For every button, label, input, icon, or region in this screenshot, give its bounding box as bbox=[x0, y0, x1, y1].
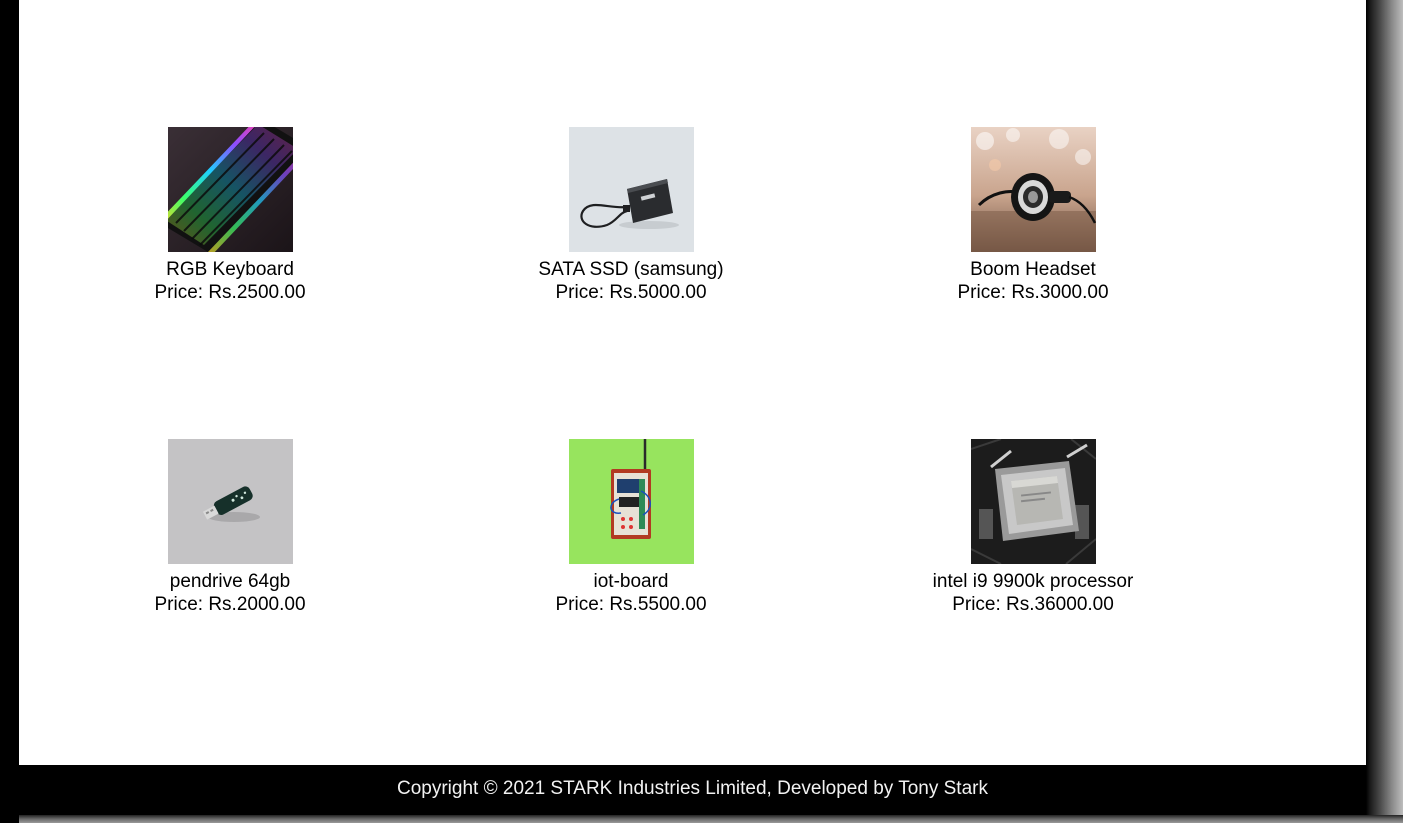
product-price-line: Price: Rs.36000.00 bbox=[903, 593, 1163, 616]
product-name: intel i9 9900k processor bbox=[932, 571, 1134, 592]
price-value: Rs.5000.00 bbox=[609, 282, 707, 303]
price-value: Rs.36000.00 bbox=[1006, 594, 1114, 615]
product-price-line: Price: Rs.5500.00 bbox=[501, 593, 761, 616]
price-value: Rs.2000.00 bbox=[208, 594, 306, 615]
price-label: Price: bbox=[154, 282, 204, 303]
product-name: SATA SSD (samsung) bbox=[538, 259, 724, 280]
product-price-line: Price: Rs.2000.00 bbox=[100, 593, 360, 616]
processor-image[interactable] bbox=[970, 439, 1096, 564]
headset-image[interactable] bbox=[970, 127, 1096, 252]
keyboard-image[interactable] bbox=[167, 127, 293, 252]
product-card-rgb-keyboard[interactable]: RGB Keyboard Price: Rs.2500.00 bbox=[100, 127, 360, 304]
price-value: Rs.2500.00 bbox=[208, 282, 306, 303]
price-label: Price: bbox=[154, 594, 204, 615]
product-card-pendrive[interactable]: pendrive 64gb Price: Rs.2000.00 bbox=[100, 439, 360, 616]
iot-board-image[interactable] bbox=[568, 439, 694, 564]
product-card-sata-ssd[interactable]: SATA SSD (samsung) Price: Rs.5000.00 bbox=[501, 127, 761, 304]
site-footer: Copyright © 2021 STARK Industries Limite… bbox=[19, 765, 1366, 815]
browser-frame: RGB Keyboard Price: Rs.2500.00 SATA SSD … bbox=[0, 0, 1403, 823]
product-name: pendrive 64gb bbox=[169, 571, 291, 592]
price-value: Rs.5500.00 bbox=[609, 594, 707, 615]
price-value: Rs.3000.00 bbox=[1011, 282, 1109, 303]
product-price-line: Price: Rs.2500.00 bbox=[100, 281, 360, 304]
price-label: Price: bbox=[555, 282, 605, 303]
price-label: Price: bbox=[555, 594, 605, 615]
product-price-line: Price: Rs.3000.00 bbox=[903, 281, 1163, 304]
product-page: RGB Keyboard Price: Rs.2500.00 SATA SSD … bbox=[19, 0, 1366, 765]
product-name: RGB Keyboard bbox=[166, 259, 294, 280]
product-price-line: Price: Rs.5000.00 bbox=[501, 281, 761, 304]
product-card-boom-headset[interactable]: Boom Headset Price: Rs.3000.00 bbox=[903, 127, 1163, 304]
product-card-iot-board[interactable]: iot-board Price: Rs.5500.00 bbox=[501, 439, 761, 616]
pendrive-image[interactable] bbox=[167, 439, 293, 564]
window-shadow-bottom bbox=[19, 815, 1403, 823]
price-label: Price: bbox=[957, 282, 1007, 303]
window-shadow-right bbox=[1366, 0, 1403, 823]
product-name: Boom Headset bbox=[970, 259, 1096, 280]
ssd-image[interactable] bbox=[568, 127, 694, 252]
copyright-text: Copyright © 2021 STARK Industries Limite… bbox=[397, 778, 988, 799]
product-card-intel-processor[interactable]: intel i9 9900k processor Price: Rs.36000… bbox=[903, 439, 1163, 616]
product-name: iot-board bbox=[593, 571, 669, 592]
price-label: Price: bbox=[952, 594, 1001, 615]
